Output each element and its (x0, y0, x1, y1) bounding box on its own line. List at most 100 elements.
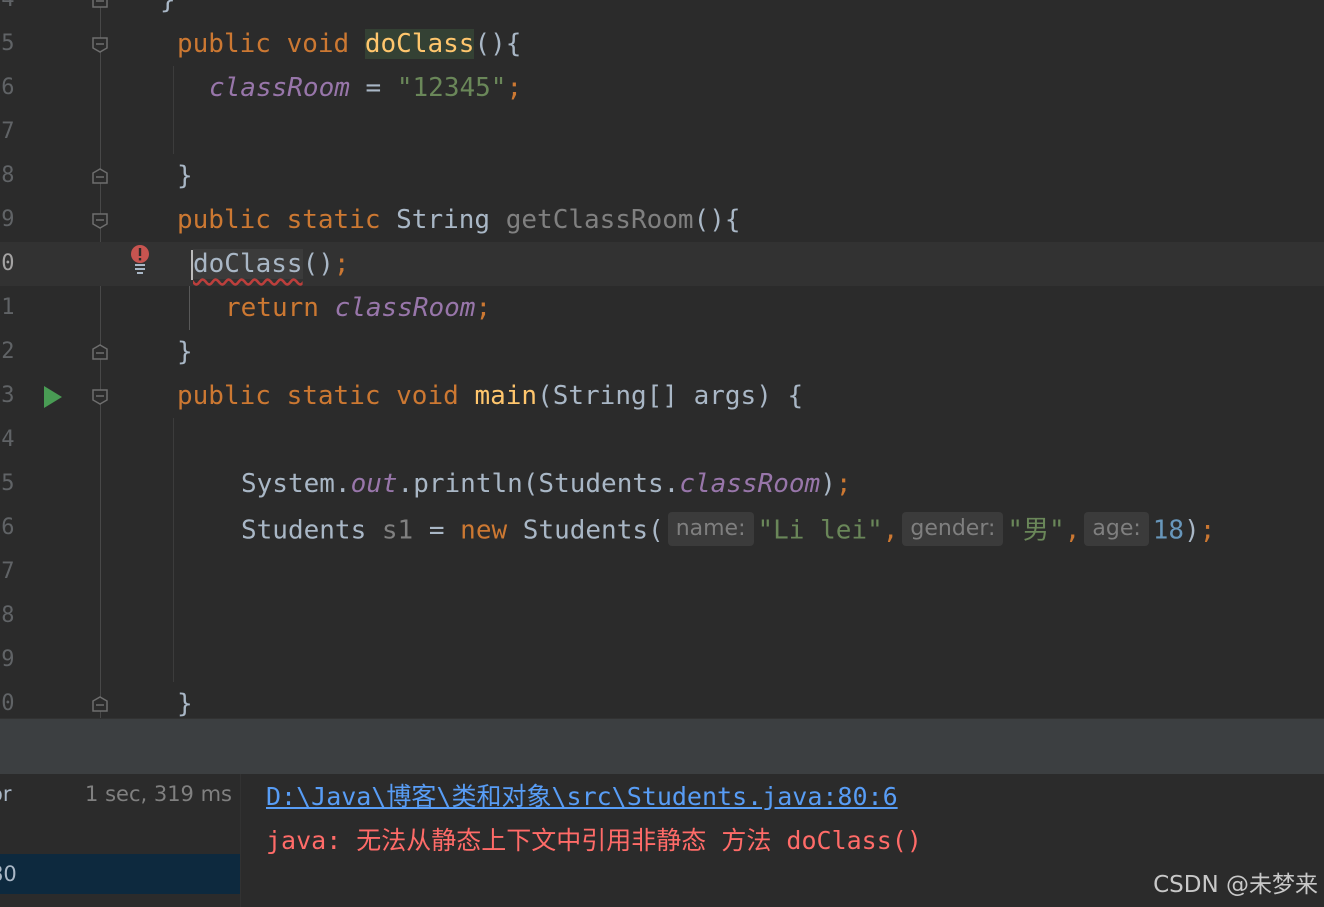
build-tree-label: or (0, 782, 12, 806)
fold-icon[interactable] (92, 696, 108, 712)
code-line: 87 (0, 550, 1324, 594)
method-name[interactable]: main (474, 381, 537, 411)
line-number: 89 (0, 647, 15, 672)
variable-name[interactable]: s1 (382, 516, 413, 546)
build-output-panel: or 1 sec, 319 ms 80 D:\Java\博客\类和对象\src\… (0, 774, 1324, 907)
code-text: System.out.println(Students.classRoom); (241, 470, 852, 498)
code-line: 86 Students s1 = new Students(name:"Li l… (0, 506, 1324, 550)
keyword: static (286, 205, 381, 235)
keyword: new (460, 515, 508, 546)
code-text: } (177, 689, 193, 718)
line-number: 81 (0, 295, 15, 320)
code-text: classRoom = "12345"; (209, 74, 522, 102)
code-line: 82 } (0, 330, 1324, 374)
keyword: return (225, 293, 319, 323)
semicolon: ; (1199, 515, 1216, 546)
keyword: public (177, 205, 271, 235)
field-ref[interactable]: classRoom (679, 469, 820, 499)
fold-icon[interactable] (92, 37, 108, 53)
punctuation: (){ (693, 205, 741, 235)
line-number: 83 (0, 383, 15, 408)
semicolon: ; (333, 249, 350, 279)
field-ref[interactable]: classRoom (335, 293, 476, 323)
build-tree-label: 80 (0, 862, 17, 886)
keyword: void (286, 29, 350, 59)
string-literal: "12345" (396, 73, 507, 103)
line-number: 80 (0, 251, 15, 276)
line-number: 82 (0, 339, 15, 364)
line-number: 84 (0, 427, 15, 452)
fold-icon[interactable] (92, 0, 108, 10)
comma: , (882, 515, 899, 546)
code-line-current: 80 doClass(); (0, 242, 1324, 286)
run-icon[interactable] (44, 386, 62, 408)
code-text: } (160, 0, 176, 15)
fold-icon[interactable] (92, 213, 108, 229)
error-bulb-icon[interactable] (130, 244, 150, 274)
class-ref[interactable]: System. (241, 469, 351, 499)
build-tree-item[interactable]: or 1 sec, 319 ms (0, 774, 240, 814)
code-line: 88 (0, 594, 1324, 638)
code-text: } (177, 337, 193, 367)
code-line: 90 } (0, 682, 1324, 718)
code-line: 89 (0, 638, 1324, 682)
fold-icon[interactable] (92, 168, 108, 184)
punctuation: ) (1184, 515, 1200, 546)
line-number: 76 (0, 75, 15, 100)
code-line: 74 } (0, 0, 1324, 22)
field-ref[interactable]: classRoom (209, 73, 350, 103)
fold-icon[interactable] (92, 344, 108, 360)
keyword: void (396, 381, 459, 411)
type-name[interactable]: Students (241, 516, 382, 546)
code-line: 81 return classRoom; (0, 286, 1324, 330)
code-line: 79 public static String getClassRoom(){ (0, 198, 1324, 242)
code-editor[interactable]: 74 } 75 public void doClass(){ 76 classR… (0, 0, 1324, 718)
indent-guide (173, 66, 174, 154)
method-name[interactable]: doClass (364, 29, 475, 59)
comma: , (1064, 515, 1081, 546)
line-number: 90 (0, 691, 15, 716)
keyword: public (177, 29, 271, 59)
semicolon: ; (506, 73, 523, 103)
fold-icon[interactable] (92, 389, 108, 405)
line-number: 86 (0, 515, 15, 540)
line-number: 79 (0, 207, 15, 232)
string-literal: "Li lei" (757, 515, 883, 546)
build-time: 1 sec, 319 ms (85, 782, 232, 806)
line-number: 85 (0, 471, 15, 496)
punctuation: (){ (474, 29, 522, 59)
error-location-link[interactable]: D:\Java\博客\类和对象\src\Students.java:80:6 (266, 782, 898, 812)
code-text: } (177, 161, 193, 191)
error-method-call[interactable]: doClass (193, 249, 303, 279)
param-hint-gender: gender: (902, 512, 1004, 546)
keyword: public (177, 381, 271, 411)
type-name[interactable]: String (396, 205, 490, 235)
build-tree-item-selected[interactable]: 80 (0, 854, 240, 894)
error-message: java: 无法从静态上下文中引用非静态 方法 doClass() (266, 826, 922, 855)
panel-splitter[interactable] (0, 718, 1324, 775)
method-params: (String[] args) { (537, 381, 804, 411)
operator: = (349, 73, 397, 103)
indent-guide (173, 418, 174, 682)
method-name[interactable]: getClassRoom (506, 205, 694, 235)
operator: = (413, 515, 461, 546)
code-text: doClass(); (193, 249, 350, 279)
code-text: Students s1 = new Students(name: "Li lei"… (241, 512, 1216, 548)
method-call[interactable]: .println(Students. (398, 469, 680, 499)
code-line: 85 System.out.println(Students.classRoom… (0, 462, 1324, 506)
constructor-call[interactable]: Students( (507, 516, 664, 546)
field-ref[interactable]: out (351, 469, 398, 499)
code-line: 84 (0, 418, 1324, 462)
line-number: 87 (0, 559, 15, 584)
code-line: 83 public static void main(String[] args… (0, 374, 1324, 418)
keyword: static (286, 381, 381, 411)
indent-guide (189, 286, 190, 330)
